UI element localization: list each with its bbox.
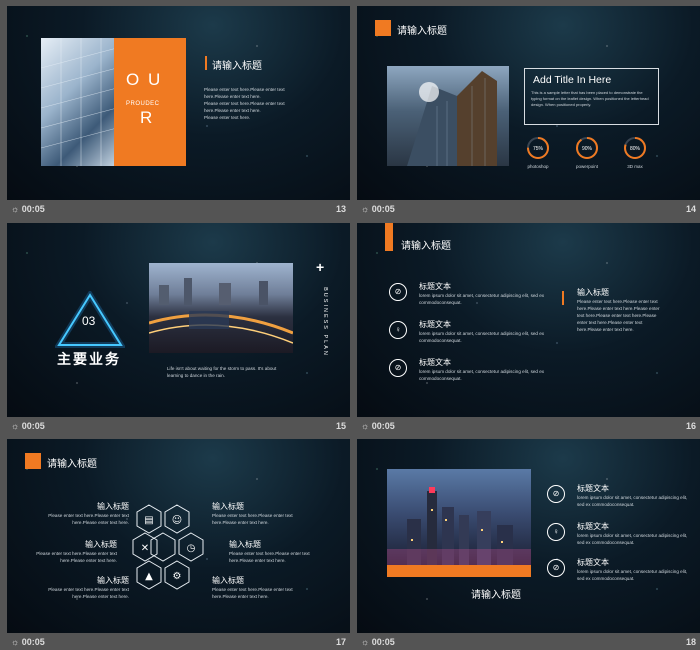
side-title: 输入标题 — [577, 288, 609, 297]
list-item: ♀ 标题文本 lorem ipsum dolor sit amet, conse… — [389, 319, 549, 349]
edit-icon: ⊘ — [547, 485, 565, 503]
title-accent-square — [25, 453, 41, 469]
people-icon: ☺ — [172, 515, 182, 526]
slide-footer: ☼ 00:05 17 — [7, 633, 350, 650]
title-accent-bar — [385, 223, 393, 251]
our-orange-block: O U PROUDEC R — [114, 38, 186, 166]
bulb-icon: ♀ — [547, 523, 565, 541]
box-title: Add Title In Here — [533, 74, 612, 86]
clock-icon: ☼ — [361, 421, 370, 431]
slide-canvas: 03 主要业务 BUSINESS PLAN + Life isn't about… — [7, 223, 350, 417]
photo-caption-bar — [387, 565, 531, 577]
slide-number: 16 — [685, 421, 696, 431]
list-item: ⊘ 标题文本 lorem ipsum dolor sit amet, conse… — [389, 357, 549, 387]
hex-label-right-2: 输入标题 Please enter text here.Please enter… — [229, 540, 310, 563]
our-letters: O U — [126, 70, 163, 89]
slide-title: 请输入标题 — [212, 61, 262, 72]
slide-thumbnail-17[interactable]: 请输入标题 ▤ ☺ ✕ ◷ ▲ ⚙ 输入标题 Please enter text… — [7, 439, 350, 650]
slide-footer: ☼ 00:05 16 — [357, 417, 700, 434]
hex-label-left-1: 输入标题 Please enter text here.Please enter… — [48, 502, 129, 525]
slide-title: 请输入标题 — [397, 26, 447, 37]
hex-label-left-3: 输入标题 Please enter text here.Please enter… — [48, 576, 129, 599]
compass-icon: ⊘ — [547, 559, 565, 577]
side-text: Please enter text here.Please enter text… — [577, 299, 660, 332]
bulb-icon: ♀ — [389, 321, 407, 339]
slide-canvas: 请输入标题 ⊘ 标题文本 lorem ipsum dolor sit amet,… — [357, 439, 700, 633]
badge-number: 03 — [82, 314, 96, 328]
timing-label: ☼ 00:05 — [361, 204, 395, 214]
slide-canvas: O U PROUDEC R 请输入标题 Please enter text he… — [7, 6, 350, 200]
plus-icon: + — [316, 259, 325, 275]
slide-canvas: 请输入标题 ⊘ 标题文本 lorem ipsum dolor sit amet,… — [357, 223, 700, 417]
hex-label-right-3: 输入标题 Please enter text here.Please enter… — [212, 576, 293, 599]
list-item: ⊘ 标题文本 lorem ipsum dolor sit amet, conse… — [389, 281, 549, 311]
slide-footer: ☼ 00:05 13 — [7, 200, 350, 217]
slide-number: 15 — [335, 421, 346, 431]
slide-number: 13 — [335, 204, 346, 214]
proudec-text: PROUDEC — [126, 101, 160, 107]
box-text: This is a sample letter that has been pl… — [531, 90, 649, 107]
info-box: Add Title In Here This is a sample lette… — [524, 68, 659, 125]
clipboard-icon: ▤ — [144, 515, 153, 526]
section-title: 主要业务 — [57, 351, 121, 367]
slide-thumbnail-15[interactable]: 03 主要业务 BUSINESS PLAN + Life isn't about… — [7, 223, 350, 434]
body-text: Please enter text here.Please enter text… — [204, 87, 285, 120]
slide-title: 请输入标题 — [401, 241, 451, 252]
compass-icon: ⊘ — [389, 359, 407, 377]
slide-footer: ☼ 00:05 15 — [7, 417, 350, 434]
city-bridge-photo — [149, 263, 293, 353]
hex-label-right-1: 输入标题 Please enter text here.Please enter… — [212, 502, 293, 525]
title-accent-square — [375, 20, 391, 36]
title-accent-bar — [205, 56, 207, 70]
side-accent-bar — [562, 291, 564, 305]
clock-icon: ☼ — [11, 421, 20, 431]
slide-number: 14 — [685, 204, 696, 214]
tools-icon: ✕ — [141, 543, 149, 554]
slide-thumbnail-16[interactable]: 请输入标题 ⊘ 标题文本 lorem ipsum dolor sit amet,… — [357, 223, 700, 434]
timing-label: ☼ 00:05 — [11, 204, 45, 214]
photo-caption: 请输入标题 — [471, 590, 521, 601]
city-night-photo — [387, 469, 531, 565]
r-letter: R — [140, 108, 153, 127]
slide-title: 请输入标题 — [47, 459, 97, 470]
slide-thumbnail-14[interactable]: 请输入标题 Add Title In Here This is a sample… — [357, 6, 700, 217]
chart-icon: ▲ — [145, 571, 153, 582]
timing-label: ☼ 00:05 — [11, 421, 45, 431]
skyscraper-photo — [387, 66, 509, 166]
quote-caption: Life isn't about waiting for the storm t… — [167, 366, 277, 378]
slide-thumbnail-13[interactable]: O U PROUDEC R 请输入标题 Please enter text he… — [7, 6, 350, 217]
hex-label-left-2: 输入标题 Please enter text here.Please enter… — [36, 540, 117, 563]
edit-icon: ⊘ — [389, 283, 407, 301]
slide-canvas: 请输入标题 Add Title In Here This is a sample… — [357, 6, 700, 200]
gears-icon: ⚙ — [173, 571, 182, 582]
timing-label: ☼ 00:05 — [361, 421, 395, 431]
slide-thumbnail-18[interactable]: 请输入标题 ⊘ 标题文本 lorem ipsum dolor sit amet,… — [357, 439, 700, 650]
vertical-text: BUSINESS PLAN — [321, 287, 328, 357]
slide-footer: ☼ 00:05 18 — [357, 633, 700, 650]
building-photo — [41, 38, 117, 166]
slide-footer: ☼ 00:05 14 — [357, 200, 700, 217]
clock-icon: ☼ — [11, 204, 20, 214]
clock-icon: ☼ — [361, 204, 370, 214]
slide-canvas: 请输入标题 ▤ ☺ ✕ ◷ ▲ ⚙ 输入标题 Please enter text… — [7, 439, 350, 633]
clock-icon: ◷ — [187, 543, 196, 554]
